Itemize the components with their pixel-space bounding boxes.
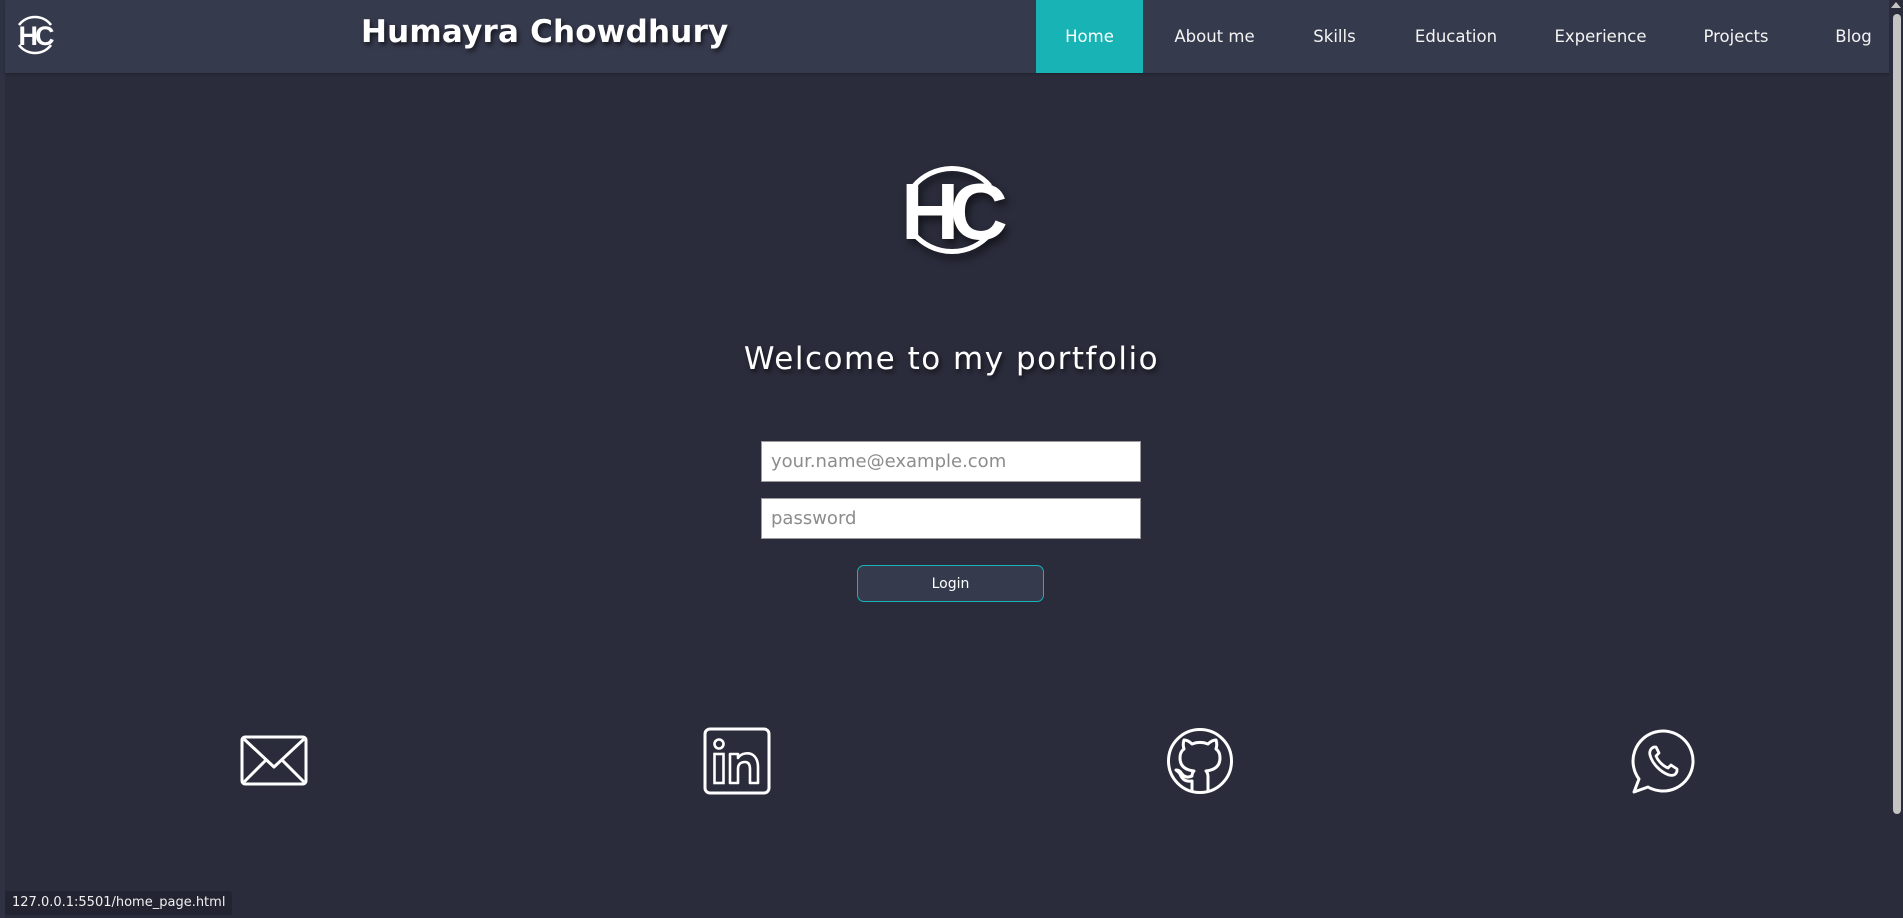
- github-icon[interactable]: [1166, 727, 1234, 795]
- password-field[interactable]: [761, 498, 1141, 539]
- nav-item-education[interactable]: Education: [1383, 0, 1529, 73]
- page: HC Humayra Chowdhury Home About me Skill…: [0, 0, 1903, 918]
- nav-item-blog[interactable]: Blog: [1800, 0, 1903, 73]
- nav-item-projects[interactable]: Projects: [1672, 0, 1800, 73]
- whatsapp-icon[interactable]: [1630, 727, 1698, 795]
- nav-item-home[interactable]: Home: [1036, 0, 1143, 73]
- navbar: HC Humayra Chowdhury Home About me Skill…: [5, 0, 1900, 73]
- login-button[interactable]: Login: [857, 565, 1044, 602]
- status-bar-url: 127.0.0.1:5501/home_page.html: [5, 891, 233, 915]
- nav-logo-text: HC: [19, 21, 54, 51]
- nav-links: Home About me Skills Education Experienc…: [1036, 0, 1903, 73]
- brand-name: Humayra Chowdhury: [361, 14, 729, 50]
- scrollbar-thumb[interactable]: [1893, 14, 1901, 814]
- linkedin-icon[interactable]: [703, 727, 771, 795]
- left-edge: [0, 0, 5, 918]
- hero-logo-text: HC: [901, 167, 1006, 256]
- nav-logo-icon[interactable]: HC: [11, 12, 59, 58]
- hero-logo-icon: HC: [890, 148, 1015, 272]
- nav-item-skills[interactable]: Skills: [1286, 0, 1383, 73]
- scrollbar[interactable]: [1889, 0, 1903, 918]
- email-field[interactable]: [761, 441, 1141, 482]
- nav-item-experience[interactable]: Experience: [1529, 0, 1672, 73]
- welcome-heading: Welcome to my portfolio: [743, 341, 1160, 377]
- nav-item-about-me[interactable]: About me: [1143, 0, 1286, 73]
- email-icon[interactable]: [240, 727, 308, 795]
- scroll-up-icon[interactable]: [1891, 2, 1901, 8]
